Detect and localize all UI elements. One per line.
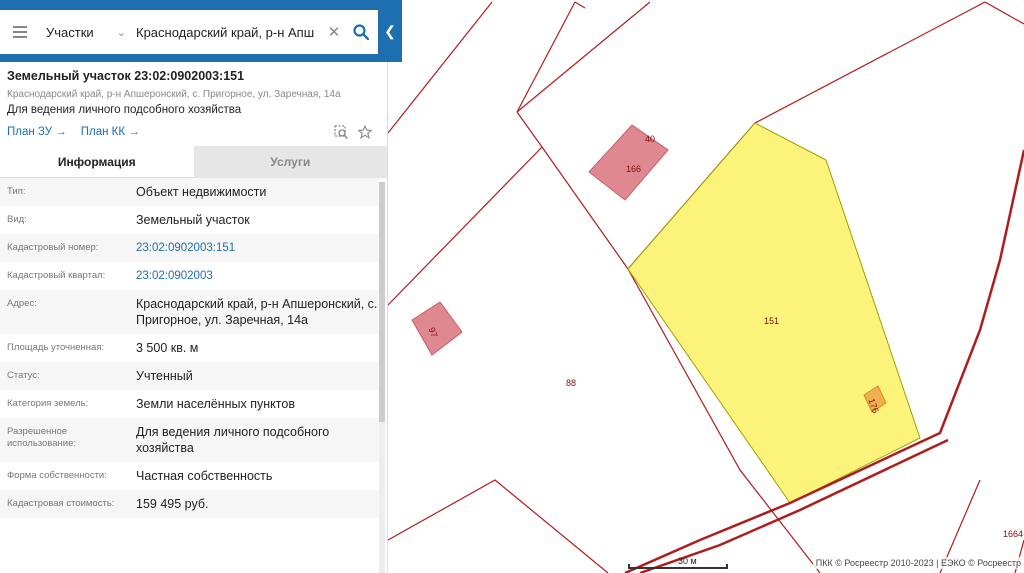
search-icon [353, 24, 369, 40]
info-row-label: Разрешенное использование: [7, 426, 77, 449]
info-row-label: Кадастровая стоимость: [7, 498, 115, 509]
chevron-left-icon: ❮ [384, 22, 396, 39]
parcel-title: Земельный участок 23:02:0902003:151 [7, 69, 245, 83]
info-row-label: Площадь уточненная: [7, 342, 105, 353]
scale-label: 30 м [678, 556, 697, 566]
info-row-value: Частная собственность [136, 469, 273, 483]
info-row-label: Тип: [7, 186, 26, 197]
chevron-down-icon: ⌄ [116, 26, 126, 39]
info-row-value: Земли населённых пунктов [136, 397, 295, 411]
zoom-to-object-icon[interactable] [334, 125, 348, 139]
map-label-88: 88 [566, 378, 576, 388]
search-button[interactable] [344, 10, 378, 54]
plan-zu-link[interactable]: План ЗУ → [7, 126, 67, 138]
map-scale: 30 м [628, 556, 728, 571]
panel-top-strip [0, 54, 402, 62]
menu-icon[interactable] [0, 10, 40, 54]
panel-tools [334, 125, 380, 139]
info-row-link[interactable]: 23:02:0902003 [136, 268, 380, 284]
parcel-address: Краснодарский край, р-н Апшеронский, с. … [7, 89, 341, 100]
star-icon[interactable] [358, 125, 372, 139]
info-row: Вид: Земельный участок [0, 206, 380, 234]
info-row: Тип: Объект недвижимости [0, 178, 380, 206]
close-icon[interactable]: ✕ [324, 23, 344, 41]
info-row-value: 159 495 руб. [136, 497, 209, 511]
map-label-1664: 1664 [1003, 529, 1023, 539]
scrollbar-thumb[interactable] [379, 182, 385, 422]
info-row: Категория земель: Земли населённых пункто… [0, 390, 380, 418]
info-row-link[interactable]: 23:02:0902003:151 [136, 240, 380, 256]
map-label-166: 166 [626, 164, 641, 174]
info-row: Площадь уточненная: 3 500 кв. м [0, 334, 380, 362]
panel-tabs: Информация Услуги [0, 146, 387, 178]
collapse-panel-button[interactable]: ❮ [378, 0, 402, 62]
header-strip [0, 0, 378, 10]
info-panel: Земельный участок 23:02:0902003:151 Крас… [0, 62, 388, 573]
panel-scrollbar[interactable] [379, 182, 385, 573]
info-table: Тип: Объект недвижимости Вид: Земельный уча… [0, 178, 380, 518]
info-row-label: Адрес: [7, 298, 37, 309]
info-row-value: Для ведения личного подсобного хозяйства [136, 425, 330, 455]
layer-select-label: Участки [46, 24, 94, 40]
info-row-value: Объект недвижимости [136, 185, 267, 199]
info-row-value: Учтенный [136, 369, 193, 383]
tab-services[interactable]: Услуги [193, 146, 387, 178]
info-row-label: Категория земель: [7, 398, 89, 409]
plan-kk-link[interactable]: План КК → [81, 126, 140, 138]
info-row: Кадастровая стоимость: 159 495 руб. [0, 490, 380, 518]
info-row: Форма собственности: Частная собственност… [0, 462, 380, 490]
info-row: Кадастровый номер: 23:02:0902003:151 [0, 234, 380, 262]
info-row: Статус: Учтенный [0, 362, 380, 390]
info-row-label: Форма собственности: [7, 470, 107, 481]
map-attribution: ПКК © Росреестр 2010-2023 | ЕЭКО © Росре… [812, 557, 1024, 569]
parcel-purpose: Для ведения личного подсобного хозяйства [7, 104, 242, 116]
search-input[interactable] [132, 10, 324, 54]
info-row-value: Земельный участок [136, 213, 250, 227]
map-label-151: 151 [764, 316, 779, 326]
info-row-label: Статус: [7, 370, 40, 381]
map-label-40: 40 [645, 134, 655, 144]
info-row-label: Кадастровый номер: [7, 242, 99, 253]
info-row-label: Вид: [7, 214, 27, 225]
layer-select[interactable]: Участки ⌄ [40, 10, 132, 54]
info-row-value: 3 500 кв. м [136, 341, 199, 355]
search-bar: Участки ⌄ ✕ [0, 10, 378, 54]
info-row-label: Кадастровый квартал: [7, 270, 106, 281]
plan-links: План ЗУ → План КК → [0, 116, 387, 142]
info-row-value: Краснодарский край, р-н Апшеронский, с. … [136, 297, 378, 327]
info-row: Адрес: Краснодарский край, р-н Апшеронски… [0, 290, 380, 334]
info-row: Кадастровый квартал: 23:02:0902003 [0, 262, 380, 290]
info-row: Разрешенное использование: Для ведения ли… [0, 418, 380, 462]
tab-information[interactable]: Информация [0, 146, 194, 178]
